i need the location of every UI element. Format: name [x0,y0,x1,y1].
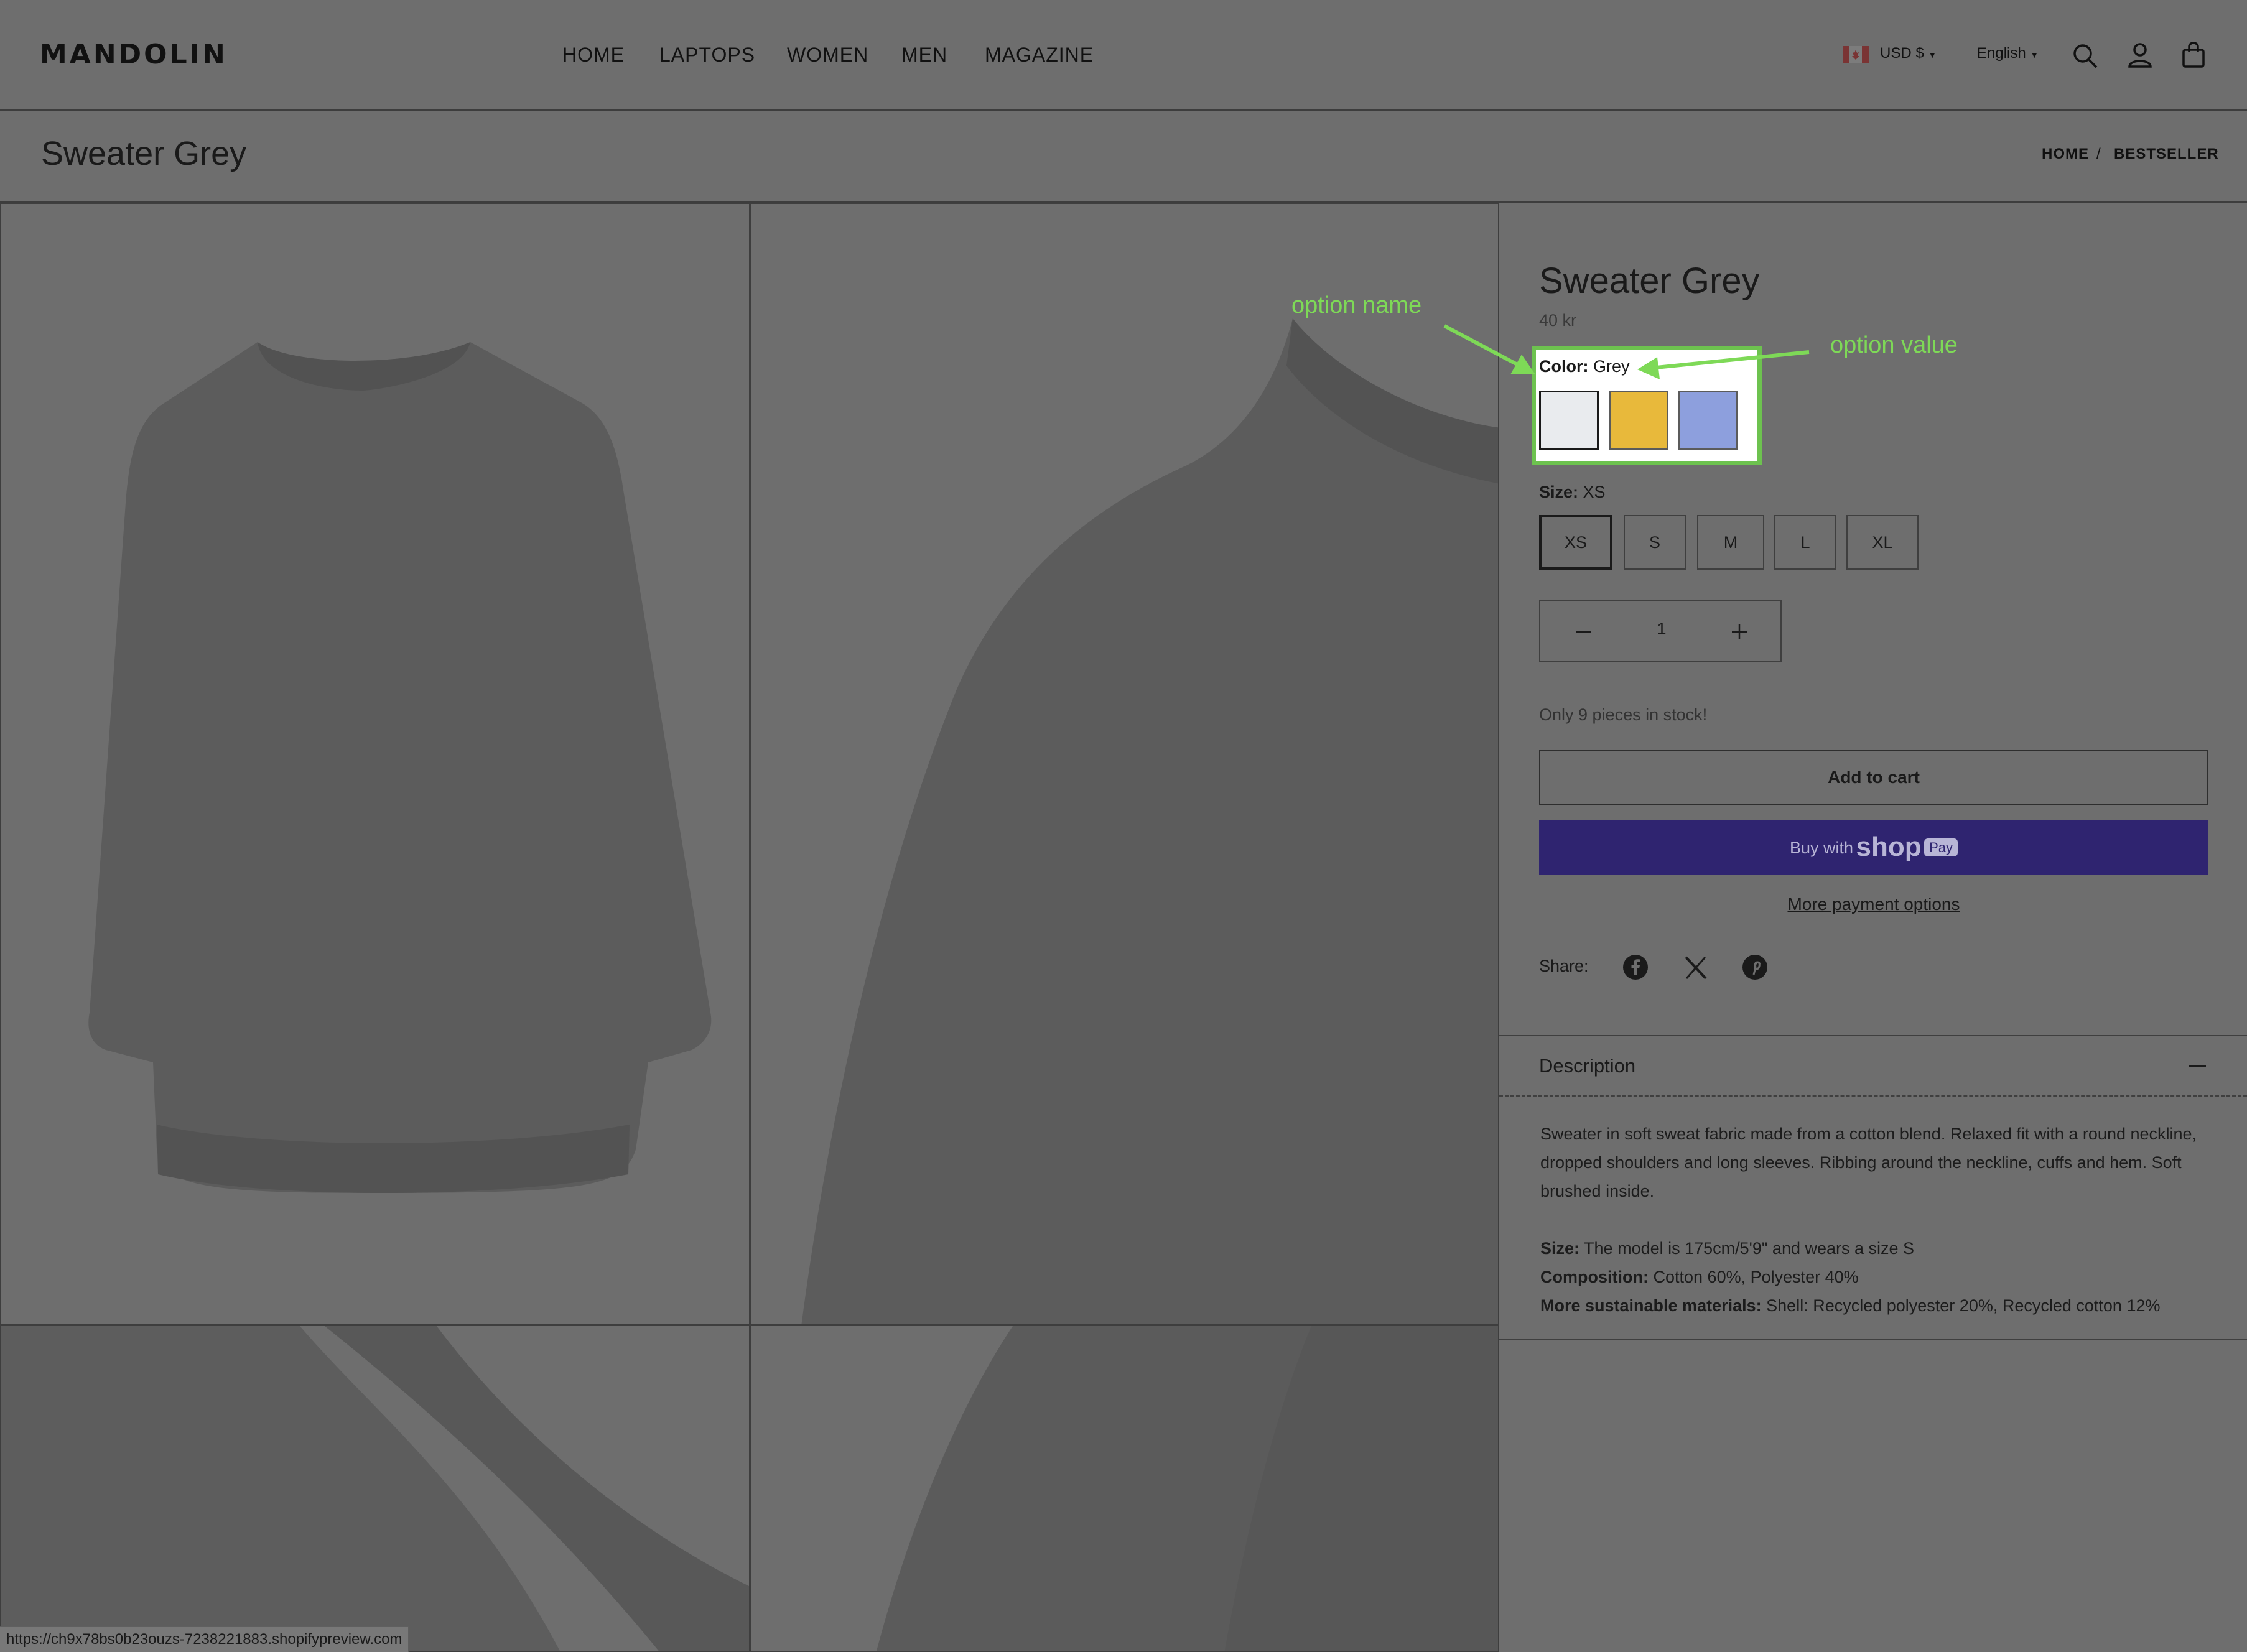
cart-icon[interactable] [2181,40,2206,68]
product-image-closeup[interactable] [750,203,1499,1325]
product-image-detail-2[interactable] [750,1325,1499,1652]
facebook-icon[interactable] [1622,954,1649,983]
add-to-cart-button[interactable]: Add to cart [1539,750,2208,805]
canada-flag-icon [1843,46,1869,63]
color-option-name: Color: [1539,357,1589,376]
shop-pay-button[interactable]: Buy with shop Pay [1539,820,2208,875]
description-heading: Description [1539,1055,1636,1077]
product-title: Sweater Grey [1539,261,1760,301]
more-payment-options-link[interactable]: More payment options [1539,894,2208,914]
search-icon[interactable] [2072,42,2099,70]
currency-selector[interactable]: USD $ ▼ [1880,45,1937,62]
spec-value: Cotton 60%, Polyester 40% [1653,1268,1859,1286]
spec-label: More sustainable materials: [1540,1296,1762,1315]
nav-magazine[interactable]: MAGAZINE [985,44,1094,67]
nav-women[interactable]: WOMEN [787,44,868,67]
annotation-option-value: option value [1830,332,1958,358]
product-image-front[interactable] [0,203,750,1325]
page-title: Sweater Grey [41,135,247,172]
spec-label: Size: [1540,1239,1580,1258]
breadcrumb-separator: / [2096,146,2101,162]
size-option-label: Size: XS [1539,483,1606,502]
nav-men[interactable]: MEN [901,44,947,67]
stock-note: Only 9 pieces in stock! [1539,705,1708,724]
size-option-value: XS [1583,483,1606,501]
language-label: English [1977,45,2026,62]
site-logo[interactable]: MANDOLIN [40,39,228,70]
color-option-label: Color: Grey [1539,357,1630,376]
account-icon[interactable] [2126,41,2154,68]
title-bar [0,111,2247,203]
breadcrumb-home[interactable]: HOME [2042,146,2089,163]
status-bar-url: https://ch9x78bs0b23ouzs-7238221883.shop… [0,1626,410,1652]
size-xs-button[interactable]: XS [1539,515,1612,570]
swatch-yellow[interactable] [1609,391,1668,450]
quantity-input[interactable]: 1 [1640,620,1683,639]
product-image-detail-1[interactable] [0,1325,750,1652]
pinterest-icon[interactable] [1742,954,1768,983]
spec-composition: Composition: Cotton 60%, Polyester 40% [1540,1263,2210,1291]
spec-value: Shell: Recycled polyester 20%, Recycled … [1766,1296,2161,1315]
size-m-button[interactable]: M [1697,515,1764,570]
nav-laptops[interactable]: LAPTOPS [659,44,755,67]
size-l-button[interactable]: L [1774,515,1836,570]
product-price: 40 kr [1539,311,1577,330]
chevron-down-icon: ▼ [1928,50,1937,60]
swatch-grey[interactable] [1539,391,1599,450]
buy-with-label: Buy with [1790,838,1854,857]
quantity-stepper: 1 [1539,600,1782,662]
spec-value: The model is 175cm/5'9" and wears a size… [1584,1239,1915,1258]
language-selector[interactable]: English ▼ [1977,45,2039,62]
breadcrumb-current[interactable]: BESTSELLER [2114,146,2219,163]
chevron-down-icon: ▼ [2030,50,2039,60]
description-accordion-header[interactable]: Description [1499,1035,2247,1097]
spec-sustainable: More sustainable materials: Shell: Recyc… [1540,1291,2210,1320]
color-option-value: Grey [1593,357,1630,376]
description-body: Sweater in soft sweat fabric made from a… [1499,1097,2247,1340]
currency-label: USD $ [1880,45,1924,62]
decrease-quantity-button[interactable] [1565,620,1603,644]
size-option-name: Size: [1539,483,1579,501]
share-label: Share: [1539,957,1589,975]
increase-quantity-button[interactable] [1721,620,1758,644]
pay-badge: Pay [1924,838,1958,856]
nav-home[interactable]: HOME [562,44,625,67]
spec-size: Size: The model is 175cm/5'9" and wears … [1540,1234,2210,1263]
annotation-option-name: option name [1291,292,1422,318]
shop-pay-logo: shop [1856,832,1922,862]
swatch-blue[interactable] [1678,391,1738,450]
spec-label: Composition: [1540,1268,1649,1286]
description-text: Sweater in soft sweat fabric made from a… [1540,1125,2197,1200]
collapse-icon[interactable] [2186,1060,2208,1075]
x-twitter-icon[interactable] [1683,955,1708,983]
size-s-button[interactable]: S [1624,515,1686,570]
size-xl-button[interactable]: XL [1846,515,1919,570]
